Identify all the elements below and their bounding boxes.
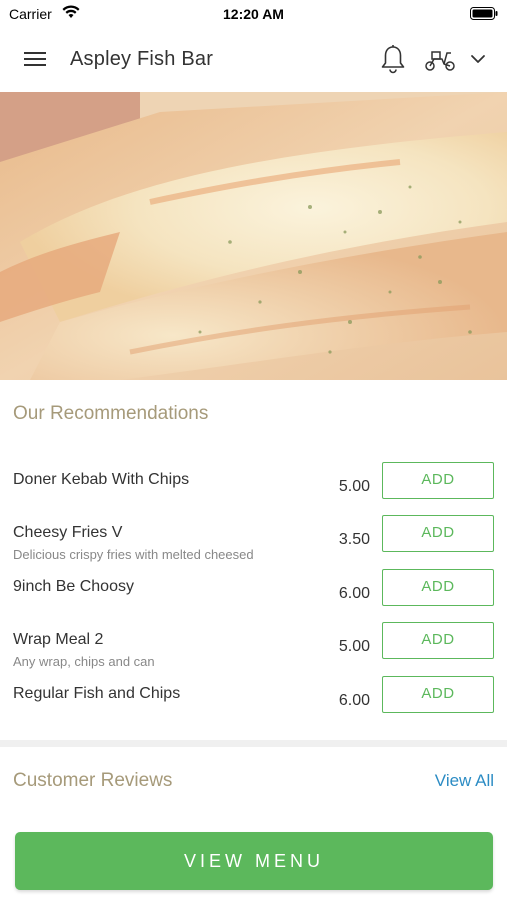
item-name: 9inch Be Choosy: [13, 578, 134, 595]
item-price: 6.00: [338, 585, 370, 602]
scooter-delivery-icon[interactable]: [424, 48, 456, 72]
reviews-title: Customer Reviews: [13, 770, 173, 791]
menu-item: Wrap Meal 2 Any wrap, chips and can 5.00…: [0, 622, 507, 681]
top-nav-bar: Aspley Fish Bar: [0, 28, 507, 92]
menu-item: Cheesy Fries V Delicious crispy fries wi…: [0, 515, 507, 574]
item-price: 3.50: [338, 531, 370, 548]
page-title: Aspley Fish Bar: [70, 48, 214, 70]
add-button[interactable]: ADD: [382, 569, 494, 606]
item-name: Regular Fish and Chips: [13, 685, 181, 702]
item-name: Doner Kebab With Chips: [13, 471, 190, 488]
item-price: 5.00: [338, 478, 370, 495]
item-description: Any wrap, chips and can: [13, 654, 155, 669]
battery-icon: [470, 7, 498, 20]
status-bar: Carrier 12:20 AM: [0, 0, 507, 28]
add-button[interactable]: ADD: [382, 622, 494, 659]
item-description: Delicious crispy fries with melted chees…: [13, 547, 254, 562]
hero-pizza-image: [0, 92, 507, 380]
menu-item: Regular Fish and Chips 6.00 ADD: [0, 676, 507, 735]
clock: 12:20 AM: [223, 6, 284, 22]
item-name: Cheesy Fries V: [13, 524, 123, 541]
menu-item: 9inch Be Choosy 6.00 ADD: [0, 569, 507, 628]
item-price: 5.00: [338, 638, 370, 655]
bell-icon[interactable]: [380, 44, 406, 74]
recommendations-title: Our Recommendations: [13, 403, 209, 424]
add-button[interactable]: ADD: [382, 676, 494, 713]
menu-item: Doner Kebab With Chips 5.00 ADD: [0, 462, 507, 521]
add-button[interactable]: ADD: [382, 462, 494, 499]
section-divider: [0, 740, 507, 747]
item-price: 6.00: [338, 692, 370, 709]
view-all-reviews-link[interactable]: View All: [435, 771, 494, 791]
chevron-down-icon[interactable]: [469, 52, 487, 66]
view-menu-button[interactable]: VIEW MENU: [15, 832, 493, 890]
add-button[interactable]: ADD: [382, 515, 494, 552]
item-name: Wrap Meal 2: [13, 631, 104, 648]
hamburger-menu-icon[interactable]: [22, 48, 48, 70]
